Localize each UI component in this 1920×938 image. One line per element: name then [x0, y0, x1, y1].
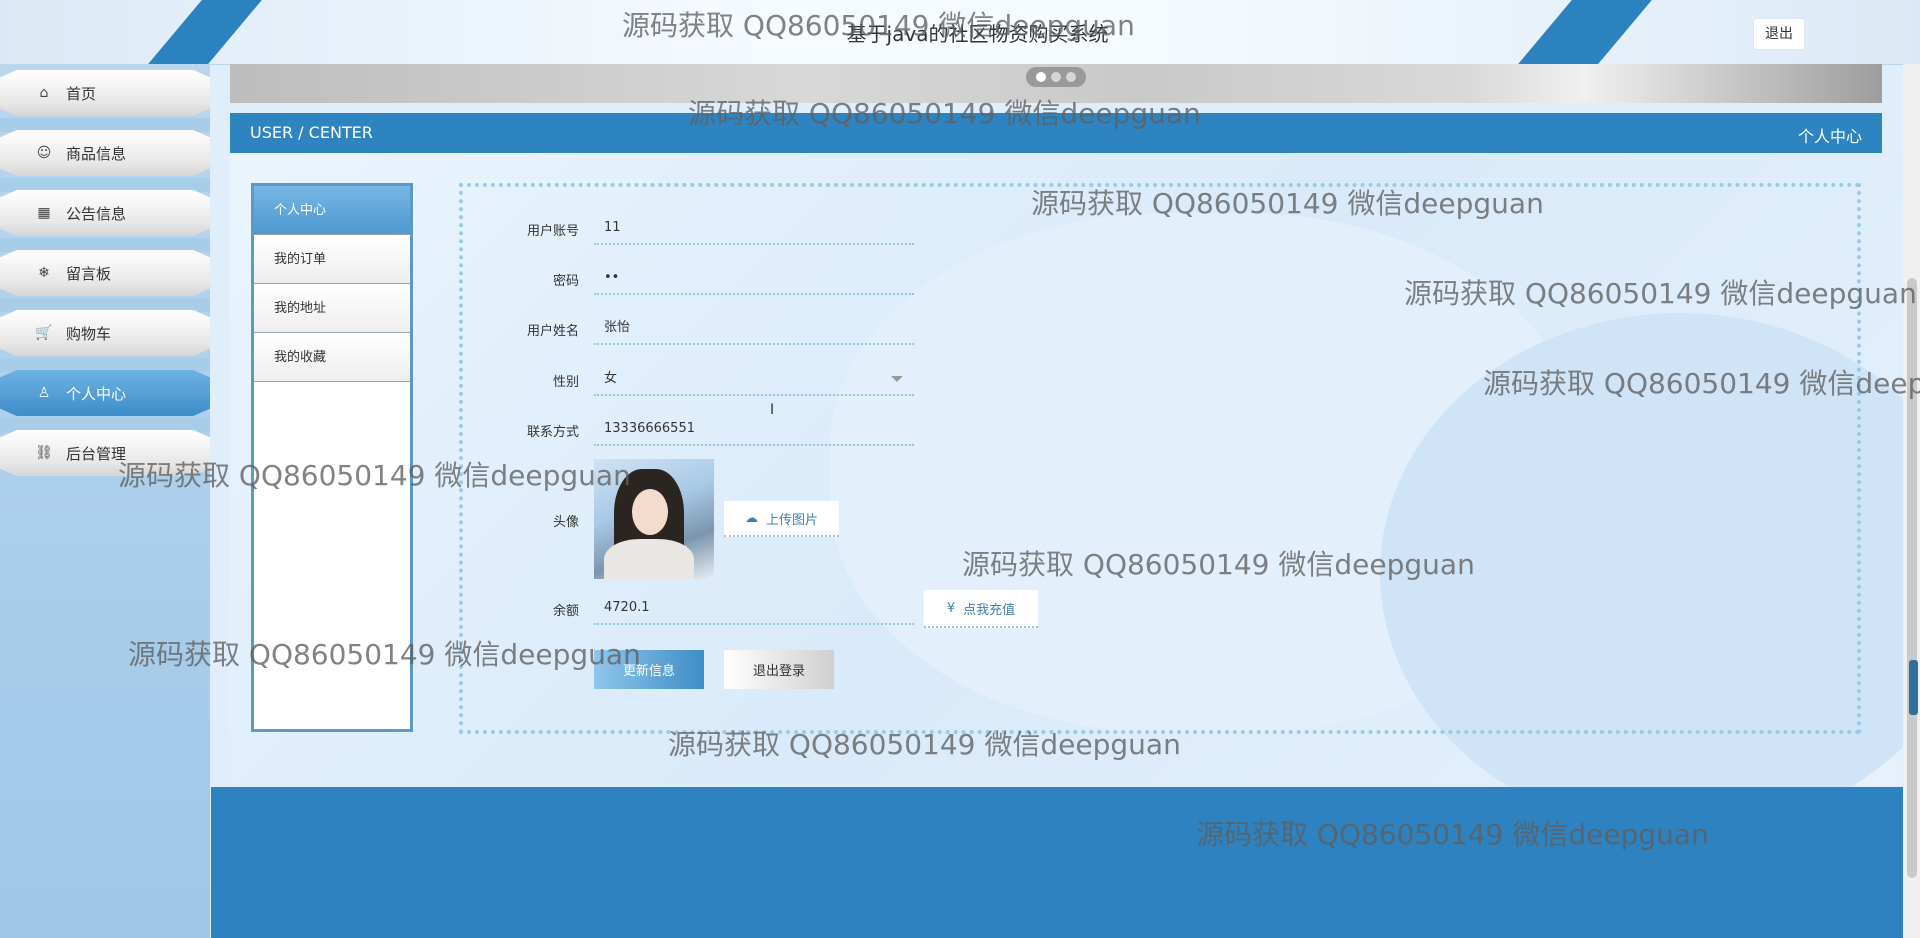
- sidebar-item-label: 商品信息: [66, 144, 127, 163]
- footer: [211, 787, 1903, 938]
- name-field[interactable]: 张怡: [594, 311, 914, 345]
- carousel-dot[interactable]: [1036, 72, 1046, 82]
- upload-label: 上传图片: [765, 512, 818, 528]
- sidebar-item-notices[interactable]: ▦ 公告信息: [0, 190, 210, 236]
- avatar-label: 头像: [552, 515, 579, 530]
- sidebar-item-label: 公告信息: [66, 204, 127, 223]
- carousel-dot[interactable]: [1051, 72, 1061, 82]
- password-field[interactable]: ••: [594, 261, 914, 295]
- logout-button[interactable]: 退出登录: [724, 650, 834, 689]
- user-center-menu: 个人中心 我的订单 我的地址 我的收藏: [251, 183, 413, 732]
- balance-label: 余额: [552, 604, 579, 619]
- sidebar-item-label: 购物车: [66, 324, 112, 343]
- site-title: 基于java的社区物资购买系统: [846, 22, 1109, 46]
- scrollbar-thumb[interactable]: [1907, 278, 1917, 878]
- avatar-face: [632, 489, 668, 535]
- account-label: 用户账号: [526, 224, 579, 239]
- user-icon: ♙: [37, 385, 51, 401]
- sidebar-item-label: 后台管理: [66, 444, 127, 463]
- sidebar-band: [0, 358, 210, 372]
- sidebar-item-admin[interactable]: ⛓ 后台管理: [0, 430, 210, 476]
- sidebar-item-label: 个人中心: [66, 384, 127, 403]
- smile-icon: ☺: [36, 145, 52, 161]
- password-label: 密码: [552, 274, 579, 289]
- sidebar-band: [0, 238, 210, 252]
- sidebar-item-messages[interactable]: ❄ 留言板: [0, 250, 210, 296]
- menu-item-user-center[interactable]: 个人中心: [254, 186, 410, 235]
- name-label: 用户姓名: [526, 324, 579, 339]
- link-icon: ⛓: [35, 445, 53, 461]
- gender-label: 性别: [552, 375, 579, 390]
- chevron-down-icon: [891, 376, 903, 382]
- top-header: 基于java的社区物资购买系统 退出: [0, 0, 1920, 65]
- cart-icon: 🛒: [35, 325, 53, 341]
- upload-image-button[interactable]: ☁ 上传图片: [724, 501, 839, 537]
- section-title-bar: USER / CENTER 个人中心: [230, 113, 1882, 153]
- scroll-widget[interactable]: [1909, 660, 1918, 715]
- update-info-button[interactable]: 更新信息: [594, 650, 704, 689]
- balance-field[interactable]: 4720.1: [594, 591, 914, 625]
- sidebar-item-products[interactable]: ☺ 商品信息: [0, 130, 210, 176]
- menu-item-my-address[interactable]: 我的地址: [254, 284, 410, 333]
- section-title-cn: 个人中心: [1797, 127, 1862, 146]
- snowflake-icon: ❄: [38, 265, 50, 281]
- home-icon: ⌂: [39, 85, 49, 101]
- sidebar-band: [0, 418, 210, 432]
- section-title-en: USER / CENTER: [250, 123, 373, 142]
- grid-icon: ▦: [37, 205, 51, 221]
- recharge-button[interactable]: ¥ 点我充值: [924, 590, 1038, 628]
- sidebar-item-cart[interactable]: 🛒 购物车: [0, 310, 210, 356]
- account-field[interactable]: 11: [594, 211, 914, 245]
- phone-label: 联系方式: [526, 425, 579, 440]
- carousel-dot[interactable]: [1066, 72, 1076, 82]
- cloud-upload-icon: ☁: [744, 510, 758, 526]
- text-cursor-icon: I: [770, 402, 775, 418]
- phone-field[interactable]: 13336666551: [594, 412, 914, 446]
- sidebar-item-user-center[interactable]: ♙ 个人中心: [0, 370, 210, 416]
- sidebar-band: [0, 118, 210, 132]
- recharge-label: 点我充值: [963, 602, 1016, 618]
- menu-item-my-orders[interactable]: 我的订单: [254, 235, 410, 284]
- avatar-body: [604, 539, 694, 579]
- menu-item-my-favorites[interactable]: 我的收藏: [254, 333, 410, 382]
- sidebar-band: [0, 178, 210, 192]
- avatar-image: [594, 459, 714, 579]
- sidebar-item-label: 首页: [66, 84, 97, 103]
- gender-select[interactable]: 女: [594, 362, 914, 396]
- carousel-dots: [1026, 67, 1086, 87]
- sidebar-item-home[interactable]: ⌂ 首页: [0, 70, 210, 116]
- yen-icon: ¥: [946, 600, 956, 616]
- header-logout-button[interactable]: 退出: [1753, 18, 1805, 50]
- sidebar-item-label: 留言板: [66, 264, 112, 283]
- sidebar-band: [0, 298, 210, 312]
